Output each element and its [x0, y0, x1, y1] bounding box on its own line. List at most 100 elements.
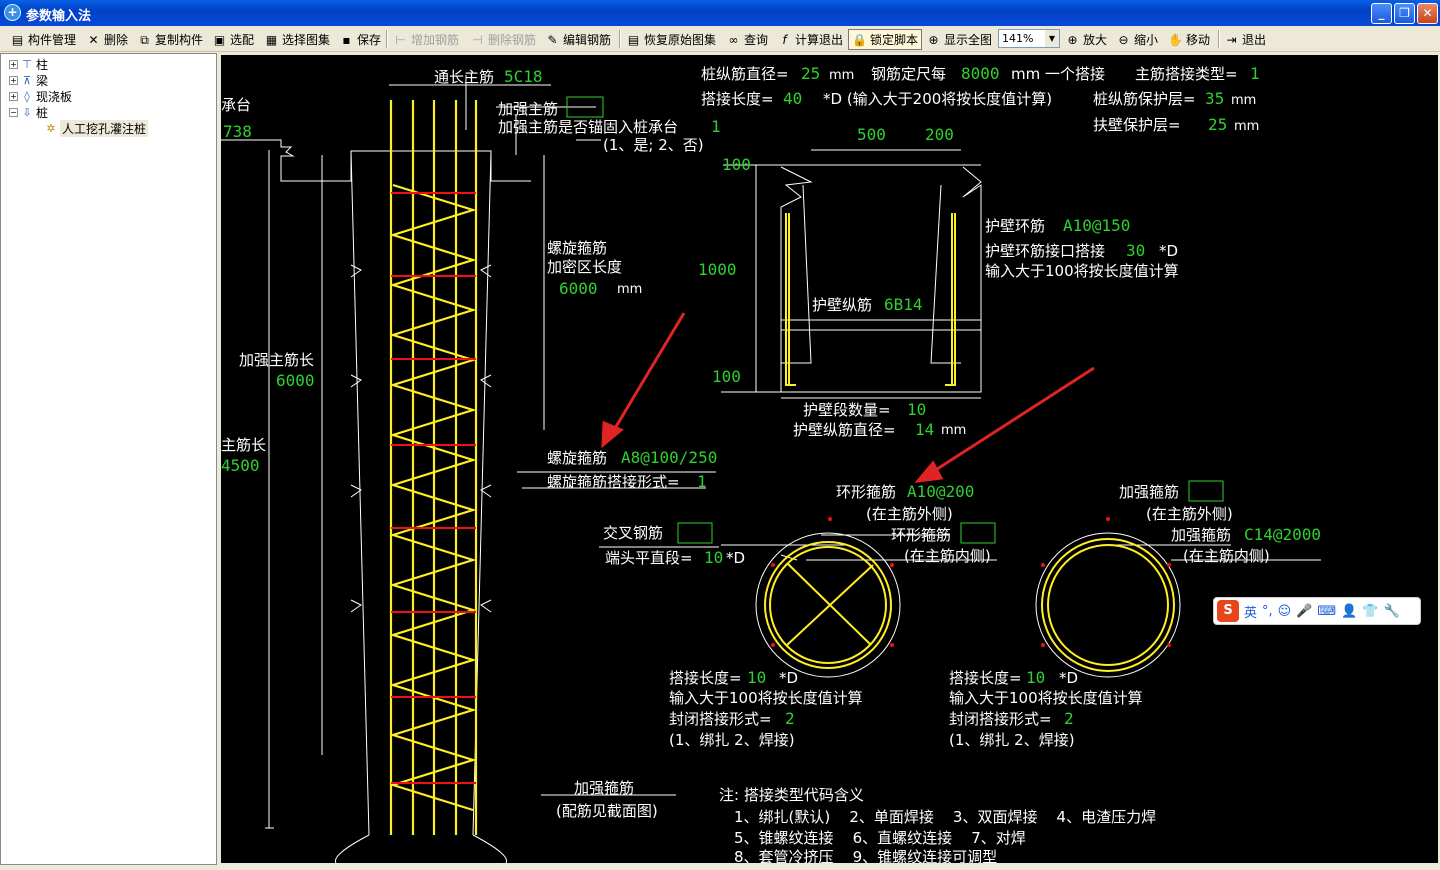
ring-value[interactable]: A10@150 — [1063, 216, 1130, 235]
calc-exit-button[interactable]: f 计算退出 — [777, 29, 843, 50]
wall-100-top[interactable]: 100 — [722, 155, 751, 174]
toolbar: ▤ 构件管理 ✕ 删除 ⧉ 复制构件 ▣ 选配 ▦ 选择图集 ▪ 保存 ⊢ 增加钢筋 ⊣ 删除钢… — [0, 26, 1440, 52]
restore-button[interactable]: ❐ — [1394, 3, 1415, 24]
component-manage-button[interactable]: ▤ 构件管理 — [10, 29, 76, 50]
fixed-len-value[interactable]: 8000 — [961, 64, 1000, 83]
component-icon: ▤ — [11, 32, 24, 47]
svg-text:(1、绑扎 2、焊接): (1、绑扎 2、焊接) — [949, 731, 1075, 749]
tree-item-slab[interactable]: + ◊ 现浇板 — [9, 88, 72, 104]
tree-item-pile[interactable]: − ⇩ 桩 — [9, 104, 48, 120]
svg-text:*D: *D — [1159, 242, 1178, 260]
expand-icon[interactable]: + — [9, 59, 18, 69]
lap-type-value[interactable]: 1 — [1250, 64, 1260, 83]
copy-component-button[interactable]: ⧉ 复制构件 — [137, 29, 203, 50]
wall-1000[interactable]: 1000 — [698, 260, 737, 279]
svg-text:搭接长度=: 搭接长度= — [949, 669, 1022, 687]
collapse-icon[interactable]: − — [9, 107, 18, 117]
svg-text:*D: *D — [726, 549, 745, 567]
tree-item-dug-pile[interactable]: ✲ 人工挖孔灌注桩 — [45, 119, 149, 137]
svg-text:护壁段数量=: 护壁段数量= — [803, 401, 891, 419]
skin-icon[interactable]: 👕 — [1362, 604, 1378, 619]
move-hand-icon: ✋ — [1168, 32, 1183, 47]
wall-dia-value[interactable]: 14 — [915, 420, 934, 439]
move-button[interactable]: ✋ 移动 — [1168, 29, 1210, 50]
svg-text:*D: *D — [779, 669, 798, 687]
tree-item-column[interactable]: + ⊤ 柱 — [9, 56, 48, 72]
svg-text:环形箍筋: 环形箍筋 — [891, 526, 951, 544]
spiral-lap-value[interactable]: 1 — [697, 472, 707, 491]
svg-text:(1、绑扎 2、焊接): (1、绑扎 2、焊接) — [669, 731, 795, 749]
wall-100-bottom[interactable]: 100 — [712, 367, 741, 386]
drawing-canvas[interactable]: 桩纵筋直径= 25 mm 钢筋定尺每 8000 mm 一个搭接 主筋搭接类型= … — [221, 55, 1438, 863]
wrench-icon[interactable]: 🔧 — [1384, 604, 1400, 619]
tree-item-beam[interactable]: + ⊼ 梁 — [9, 72, 48, 88]
hoop-inner-input[interactable] — [960, 522, 996, 544]
wall-cover-value[interactable]: 25 — [1208, 115, 1227, 134]
lock-script-button[interactable]: 🔒 锁定脚本 — [848, 29, 923, 50]
sogou-logo-icon: S — [1217, 600, 1239, 622]
delete-rebar-button[interactable]: ⊣ 删除钢筋 — [470, 29, 536, 50]
punct-icon[interactable]: °, — [1262, 604, 1273, 619]
s2-close-value[interactable]: 2 — [1064, 709, 1074, 728]
add-hoop-value[interactable]: C14@2000 — [1244, 525, 1321, 544]
pile-dia-value[interactable]: 25 — [801, 64, 820, 83]
cross-rebar-input[interactable] — [677, 522, 713, 544]
main-len-value[interactable]: 4500 — [221, 456, 260, 475]
query-button[interactable]: ∞ 查询 — [726, 29, 769, 50]
select-atlas-button[interactable]: ▦ 选择图集 — [264, 29, 330, 50]
wall-long-value[interactable]: 6B14 — [884, 295, 923, 314]
zoom-select[interactable]: 141% ▼ — [998, 29, 1060, 48]
seg-count-value[interactable]: 10 — [907, 400, 926, 419]
mic-icon[interactable]: 🎤 — [1296, 604, 1312, 619]
component-tree: + ⊤ 柱 + ⊼ 梁 + ◊ 现浇板 − ⇩ 桩 ✲ 人工挖孔灌注桩 — [0, 53, 217, 865]
zoom-in-button[interactable]: ⊕ 放大 — [1065, 29, 1107, 50]
minimize-button[interactable]: _ — [1371, 3, 1392, 24]
add-hoop-input[interactable] — [1188, 480, 1224, 502]
svg-text:加强主筋: 加强主筋 — [498, 100, 558, 118]
dense-len-value[interactable]: 6000 — [559, 279, 598, 298]
cap-value[interactable]: 738 — [223, 122, 252, 141]
show-all-button[interactable]: ⊕ 显示全图 — [926, 29, 992, 50]
expand-icon[interactable]: + — [9, 75, 18, 85]
wall-500[interactable]: 500 — [857, 125, 886, 144]
svg-text:护壁纵筋直径=: 护壁纵筋直径= — [793, 421, 896, 439]
beam-icon: ⊼ — [22, 73, 32, 87]
svg-text:输入大于100将按长度值计算: 输入大于100将按长度值计算 — [669, 689, 863, 707]
hoop-outer-value[interactable]: A10@200 — [907, 482, 974, 501]
cover-value[interactable]: 35 — [1205, 89, 1224, 108]
s1-lap-value[interactable]: 10 — [747, 668, 766, 687]
close-button[interactable]: ✕ — [1417, 3, 1438, 24]
svg-text:5、锥螺纹连接 6、直螺纹连接 7、对焊: 5、锥螺纹连接 6、直螺纹连接 7、对焊 — [734, 829, 1026, 847]
expand-icon[interactable]: + — [9, 91, 18, 101]
edit-rebar-button[interactable]: ✎ 编辑钢筋 — [545, 29, 611, 50]
chevron-down-icon[interactable]: ▼ — [1045, 30, 1059, 47]
lap-len-value[interactable]: 40 — [783, 89, 802, 108]
exit-icon: ⇥ — [1226, 32, 1237, 47]
svg-text:(1、是; 2、否): (1、是; 2、否) — [603, 136, 704, 154]
svg-text:(在主筋外侧): (在主筋外侧) — [866, 505, 953, 523]
anchor-value[interactable]: 1 — [711, 117, 721, 136]
user-icon[interactable]: 👤 — [1341, 604, 1357, 619]
main-rebar-value[interactable]: 5C18 — [504, 67, 543, 86]
svg-text:加强箍筋: 加强箍筋 — [1171, 526, 1231, 544]
select-match-button[interactable]: ▣ 选配 — [212, 29, 254, 50]
s2-lap-value[interactable]: 10 — [1026, 668, 1045, 687]
atlas-icon: ▦ — [265, 32, 278, 47]
wall-outline — [721, 149, 982, 399]
add-rebar-button[interactable]: ⊢ 增加钢筋 — [393, 29, 459, 50]
wall-200[interactable]: 200 — [925, 125, 954, 144]
restore-icon: ▤ — [627, 32, 640, 47]
keyboard-icon[interactable]: ⌨ — [1317, 604, 1336, 619]
add-len-value[interactable]: 6000 — [276, 371, 315, 390]
exit-button[interactable]: ⇥ 退出 — [1224, 29, 1266, 50]
restore-atlas-button[interactable]: ▤ 恢复原始图集 — [626, 29, 716, 50]
delete-button[interactable]: ✕ 删除 — [86, 29, 128, 50]
ring-lap-value[interactable]: 30 — [1126, 241, 1145, 260]
spiral-value[interactable]: A8@100/250 — [621, 448, 717, 467]
emoji-icon[interactable]: ☺ — [1278, 604, 1292, 619]
ime-toolbar[interactable]: S 英 °, ☺ 🎤 ⌨ 👤 👕 🔧 — [1213, 597, 1421, 625]
s1-close-value[interactable]: 2 — [785, 709, 795, 728]
save-button[interactable]: ▪ 保存 — [339, 29, 381, 50]
end-straight-value[interactable]: 10 — [704, 548, 723, 567]
zoom-out-button[interactable]: ⊖ 缩小 — [1116, 29, 1158, 50]
